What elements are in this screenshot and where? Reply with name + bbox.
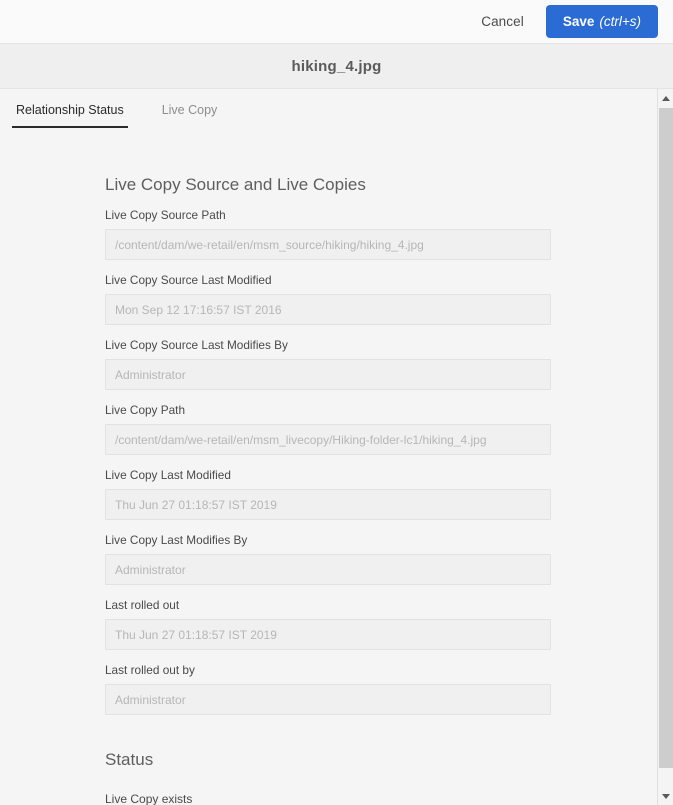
section-heading-live-copy: Live Copy Source and Live Copies — [105, 175, 366, 194]
field-live-copy-last-modified: Live Copy Last Modified — [0, 455, 657, 520]
live-copy-source-last-modifies-by-input[interactable] — [105, 359, 551, 390]
scroll-down-button[interactable] — [658, 787, 673, 805]
tab-live-copy-label: Live Copy — [161, 103, 218, 117]
vertical-scrollbar[interactable] — [657, 89, 673, 805]
save-button[interactable]: Save (ctrl+s) — [545, 5, 658, 38]
field-live-copy-source-last-modifies-by: Live Copy Source Last Modifies By — [0, 325, 657, 390]
field-last-rolled-out-by: Last rolled out by — [0, 650, 657, 715]
chevron-up-icon — [661, 95, 670, 101]
section-heading-status: Status — [105, 750, 154, 769]
field-label: Live Copy Source Path — [105, 208, 226, 222]
tab-relationship-status[interactable]: Relationship Status — [12, 103, 128, 128]
tab-relationship-status-label: Relationship Status — [16, 103, 124, 117]
field-label: Last rolled out — [105, 598, 180, 612]
field-label: Live Copy Last Modified — [105, 468, 231, 482]
field-live-copy-source-path: Live Copy Source Path — [0, 195, 657, 260]
live-copy-path-input[interactable] — [105, 424, 551, 455]
field-live-copy-last-modifies-by: Live Copy Last Modifies By — [0, 520, 657, 585]
last-rolled-out-by-input[interactable] — [105, 684, 551, 715]
live-copy-last-modified-input[interactable] — [105, 489, 551, 520]
field-label: Last rolled out by — [105, 663, 195, 677]
form-content-area: Live Copy Source and Live Copies Live Co… — [0, 131, 657, 805]
live-copy-last-modifies-by-input[interactable] — [105, 554, 551, 585]
tab-bar: Relationship Status Live Copy — [0, 89, 657, 131]
cancel-button[interactable]: Cancel — [467, 6, 538, 37]
title-bar: hiking_4.jpg — [0, 44, 673, 89]
tab-live-copy[interactable]: Live Copy — [158, 103, 222, 128]
page-title: hiking_4.jpg — [291, 57, 382, 75]
chevron-down-icon — [661, 793, 670, 799]
scroll-up-button[interactable] — [658, 89, 673, 107]
last-rolled-out-input[interactable] — [105, 619, 551, 650]
field-label: Live Copy Source Last Modified — [105, 273, 272, 287]
save-button-label: Save — [562, 14, 595, 29]
field-last-rolled-out: Last rolled out — [0, 585, 657, 650]
field-label: Live Copy Last Modifies By — [105, 533, 248, 547]
field-label: Live Copy Path — [105, 403, 186, 417]
field-live-copy-path: Live Copy Path — [0, 390, 657, 455]
live-copy-source-last-modified-input[interactable] — [105, 294, 551, 325]
status-message: Live Copy exists — [105, 792, 193, 805]
field-label: Live Copy Source Last Modifies By — [105, 338, 288, 352]
top-action-bar: Cancel Save (ctrl+s) — [0, 0, 673, 44]
save-button-shortcut: (ctrl+s) — [599, 14, 641, 29]
scrollbar-thumb[interactable] — [659, 108, 673, 768]
live-copy-source-path-input[interactable] — [105, 229, 551, 260]
field-live-copy-source-last-modified: Live Copy Source Last Modified — [0, 260, 657, 325]
